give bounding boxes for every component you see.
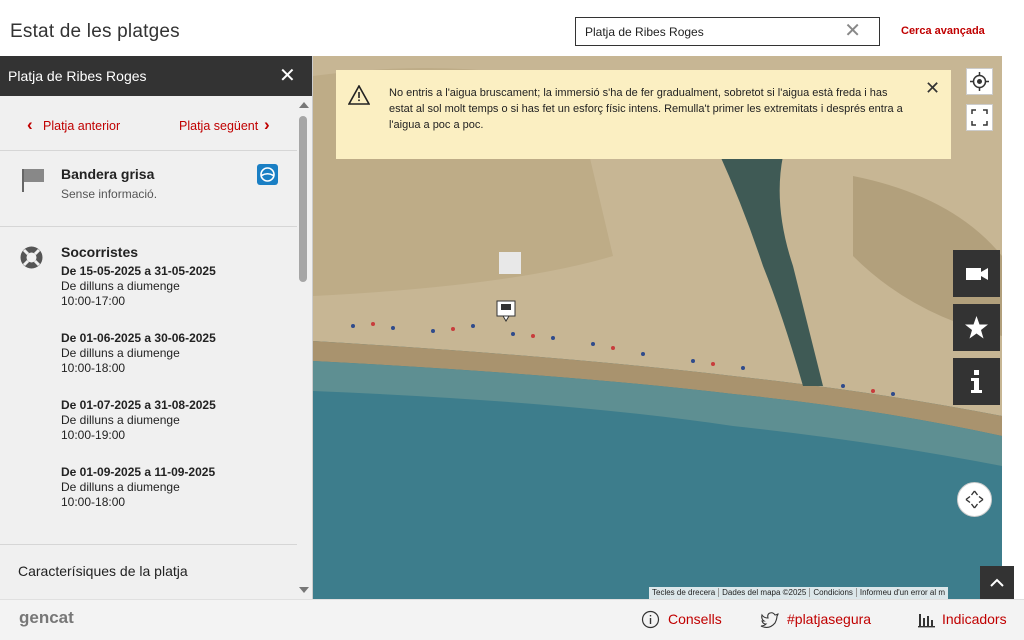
favorites-button[interactable] [953,304,1000,351]
terms-link[interactable]: Condicions [810,588,857,597]
page-title: Estat de les platges [10,21,180,42]
flag-status-subtitle: Sense informació. [61,187,158,201]
alert-message: No entris a l'aigua bruscament; la immer… [389,87,903,131]
star-icon [965,316,988,339]
panel-scrollbar[interactable] [297,96,312,599]
lifeguard-period: De 01-06-2025 a 30-06-2025 De dilluns a … [61,331,216,376]
blue-flag-icon [257,164,278,185]
advanced-search-link[interactable]: Cerca avançada [901,25,985,37]
lifeguard-period: De 15-05-2025 a 31-05-2025 De dilluns a … [61,264,216,309]
twitter-icon [760,612,779,629]
beach-marker-icon[interactable] [496,300,516,322]
clear-search-icon[interactable]: ✕ [844,20,861,42]
target-icon [970,72,989,91]
bar-chart-icon [918,614,935,628]
move-arrows-icon [965,490,984,509]
panel-header: Platja de Ribes Roges ✕ [0,56,312,96]
scroll-down-arrow-icon[interactable] [299,587,309,593]
webcam-button[interactable] [953,250,1000,297]
footer: gencat Consells #platjasegura Indicadors [0,599,1024,640]
period-hours: 10:00-19:00 [61,428,126,442]
period-hours: 10:00-17:00 [61,294,126,308]
locate-me-button[interactable] [966,68,993,95]
next-beach-link[interactable]: Platja següent [179,119,258,133]
period-days: De dilluns a diumenge [61,413,180,427]
divider [0,150,297,151]
divider [0,226,297,227]
period-dates: De 01-06-2025 a 30-06-2025 [61,331,216,345]
period-hours: 10:00-18:00 [61,495,126,509]
fullscreen-icon [971,109,988,126]
lifeguards-title: Socorristes [61,244,139,260]
map-data-credit: Dades del mapa ©2025 [719,588,811,597]
advice-link[interactable]: Consells [668,611,722,627]
scroll-up-arrow-icon[interactable] [299,102,309,108]
period-dates: De 15-05-2025 a 31-05-2025 [61,264,216,278]
search-input[interactable] [585,18,835,45]
warning-icon [348,85,370,105]
close-alert-icon[interactable]: ✕ [925,78,940,99]
beach-info-panel: Platja de Ribes Roges ✕ ‹ Platja anterio… [0,56,313,599]
recenter-button[interactable] [957,482,992,517]
app-header: Estat de les platges ✕ Cerca avançada [0,0,1024,56]
fullscreen-button[interactable] [966,104,993,131]
video-camera-icon [966,268,988,280]
safety-alert: No entris a l'aigua bruscament; la immer… [336,70,951,159]
previous-beach-link[interactable]: Platja anterior [43,119,120,133]
lifeguard-period: De 01-07-2025 a 31-08-2025 De dilluns a … [61,398,216,443]
flag-status-title: Bandera grisa [61,166,155,182]
period-days: De dilluns a diumenge [61,480,180,494]
info-circle-icon [641,610,660,629]
beach-name: Platja de Ribes Roges [8,68,147,84]
period-days: De dilluns a diumenge [61,346,180,360]
period-dates: De 01-09-2025 a 11-09-2025 [61,465,216,479]
report-error-link[interactable]: Informeu d'un error al m [857,588,948,597]
indicators-link[interactable]: Indicadors [942,611,1007,627]
info-icon [971,370,982,393]
period-days: De dilluns a diumenge [61,279,180,293]
hashtag-link[interactable]: #platjasegura [787,611,871,627]
search-box[interactable]: ✕ [575,17,880,46]
beach-characteristics-title[interactable]: Caracterísiques de la platja [18,563,188,579]
scroll-to-top-button[interactable] [980,566,1014,601]
chevron-up-icon [990,578,1004,587]
scrollbar-thumb[interactable] [299,116,307,282]
flag-icon [22,169,44,192]
close-panel-icon[interactable]: ✕ [279,63,296,88]
period-dates: De 01-07-2025 a 31-08-2025 [61,398,216,412]
chevron-left-icon[interactable]: ‹ [27,115,33,135]
map-attribution: Tecles de drecera Dades del mapa ©2025 Con… [649,587,949,599]
gencat-logo[interactable]: gencat [19,608,74,628]
lifeguard-period: De 01-09-2025 a 11-09-2025 De dilluns a … [61,465,215,510]
info-button[interactable] [953,358,1000,405]
chevron-right-icon[interactable]: › [264,115,270,135]
divider [0,544,297,545]
period-hours: 10:00-18:00 [61,361,126,375]
lifebuoy-icon [20,246,43,269]
keyboard-shortcuts-link[interactable]: Tecles de drecera [649,588,720,597]
